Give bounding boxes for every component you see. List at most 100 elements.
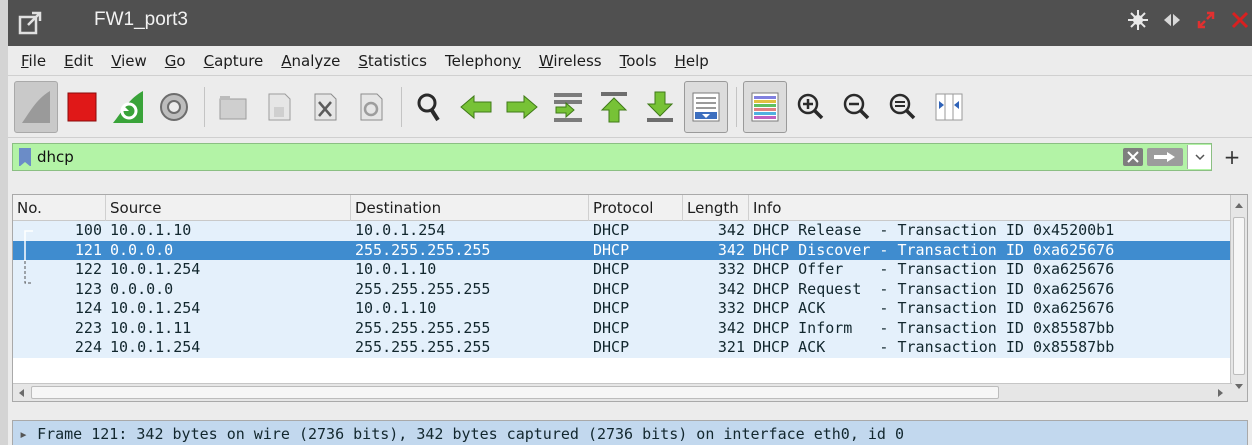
packet-details[interactable]: ▸ Frame 121: 342 bytes on wire (2736 bit… bbox=[12, 420, 1248, 445]
column-destination[interactable]: Destination bbox=[351, 195, 589, 221]
go-to-packet-button[interactable] bbox=[546, 81, 590, 133]
packet-list-vertical-scrollbar[interactable] bbox=[1230, 195, 1247, 401]
last-packet-icon bbox=[646, 91, 674, 122]
packet-list[interactable]: No. Source Destination Protocol Length I… bbox=[12, 194, 1248, 402]
normal-size-button[interactable] bbox=[881, 81, 925, 133]
cell-info: DHCP Request - Transaction ID 0xa625676 bbox=[753, 279, 1115, 298]
window-title: FW1_port3 bbox=[94, 9, 188, 30]
cell-proto: DHCP bbox=[593, 279, 630, 298]
cell-info: DHCP Inform - Transaction ID 0x85587bb bbox=[753, 318, 1115, 337]
scroll-up-icon[interactable] bbox=[1234, 201, 1244, 209]
filter-history-dropdown[interactable] bbox=[1187, 145, 1211, 169]
resize-columns-button[interactable] bbox=[927, 81, 971, 133]
cell-len: 342 bbox=[717, 318, 745, 337]
cell-no: 224 bbox=[74, 338, 102, 356]
column-no[interactable]: No. bbox=[13, 195, 106, 221]
cell-dst: 255.255.255.255 bbox=[355, 338, 491, 356]
table-row[interactable]: 121 0.0.0.0 255.255.255.255 DHCP 342 DHCP Dis… bbox=[13, 240, 1247, 260]
shade-icon[interactable] bbox=[1160, 8, 1184, 32]
table-row[interactable]: 123 0.0.0.0 255.255.255.255 DHCP 342 DHCP Req… bbox=[13, 279, 1247, 299]
resize-columns-icon bbox=[935, 93, 963, 120]
external-window-icon[interactable] bbox=[16, 9, 44, 37]
cell-src: 10.0.1.10 bbox=[110, 221, 192, 239]
close-icon[interactable] bbox=[1228, 8, 1252, 32]
cell-proto: DHCP bbox=[593, 260, 630, 278]
cell-dst: 255.255.255.255 bbox=[355, 279, 491, 298]
table-row[interactable]: 122 10.0.1.254 10.0.1.10 DHCP 332 DHCP Offer … bbox=[13, 260, 1247, 280]
first-packet-button[interactable] bbox=[592, 81, 636, 133]
maximize-icon[interactable] bbox=[1194, 8, 1218, 32]
shark-fin-start-icon bbox=[22, 90, 50, 123]
autoscroll-button[interactable] bbox=[684, 80, 728, 133]
clear-filter-button[interactable] bbox=[1123, 148, 1143, 166]
open-file-button[interactable] bbox=[211, 81, 255, 133]
start-capture-button[interactable] bbox=[14, 80, 58, 133]
table-row[interactable]: 100 10.0.1.10 10.0.1.254 DHCP 342 DHCP Releas… bbox=[13, 221, 1247, 241]
cell-info: DHCP Release - Transaction ID 0x45200b1 bbox=[753, 221, 1115, 239]
menu-file[interactable]: File bbox=[12, 52, 55, 70]
detail-frame-line[interactable]: ▸ Frame 121: 342 bytes on wire (2736 bit… bbox=[13, 421, 1247, 445]
column-info[interactable]: Info bbox=[749, 195, 1233, 221]
table-row[interactable]: 124 10.0.1.254 10.0.1.10 DHCP 332 DHCP ACK - … bbox=[13, 299, 1247, 319]
capture-options-button[interactable] bbox=[152, 81, 196, 133]
table-row[interactable]: 223 10.0.1.11 255.255.255.255 DHCP 342 DHCP I… bbox=[13, 318, 1247, 338]
cell-dst: 255.255.255.255 bbox=[355, 240, 491, 259]
cell-proto: DHCP bbox=[593, 221, 630, 239]
cell-dst: 255.255.255.255 bbox=[355, 318, 491, 337]
last-packet-button[interactable] bbox=[638, 81, 682, 133]
stop-capture-icon bbox=[67, 92, 97, 121]
close-file-button[interactable] bbox=[303, 81, 347, 133]
vertical-scroll-thumb[interactable] bbox=[1233, 217, 1245, 375]
menu-view[interactable]: View bbox=[102, 52, 156, 70]
save-file-button[interactable] bbox=[257, 81, 301, 133]
normal-size-icon bbox=[889, 93, 916, 119]
horizontal-scroll-thumb[interactable] bbox=[31, 386, 999, 399]
scroll-left-icon[interactable] bbox=[17, 388, 25, 398]
filter-bookmark-icon[interactable] bbox=[19, 148, 31, 167]
scroll-right-icon[interactable] bbox=[1217, 388, 1225, 398]
display-filter-input[interactable] bbox=[37, 148, 1123, 166]
cell-no: 124 bbox=[74, 299, 102, 317]
pane-splitter[interactable] bbox=[8, 402, 1252, 420]
window-controls bbox=[1126, 8, 1252, 32]
menu-help[interactable]: Help bbox=[666, 52, 718, 70]
go-back-button[interactable] bbox=[454, 81, 498, 133]
expand-arrow-icon[interactable]: ▸ bbox=[19, 425, 37, 443]
menu-tools[interactable]: Tools bbox=[611, 52, 666, 70]
cell-src: 0.0.0.0 bbox=[110, 279, 174, 298]
cell-len: 342 bbox=[717, 221, 745, 239]
cell-src: 10.0.1.254 bbox=[110, 338, 201, 356]
packet-list-header: No. Source Destination Protocol Length I… bbox=[13, 195, 1247, 221]
menu-edit[interactable]: Edit bbox=[55, 52, 102, 70]
apply-filter-button[interactable] bbox=[1147, 148, 1183, 166]
packet-list-horizontal-scrollbar[interactable] bbox=[13, 383, 1232, 401]
stop-capture-button[interactable] bbox=[60, 81, 104, 133]
go-forward-button[interactable] bbox=[500, 81, 544, 133]
menu-capture[interactable]: Capture bbox=[195, 52, 273, 70]
restart-capture-button[interactable] bbox=[106, 81, 150, 133]
cell-dst: 10.0.1.10 bbox=[355, 260, 437, 278]
zoom-in-button[interactable] bbox=[789, 81, 833, 133]
column-protocol[interactable]: Protocol bbox=[589, 195, 683, 221]
menu-go[interactable]: Go bbox=[156, 52, 195, 70]
reload-file-icon bbox=[360, 93, 383, 120]
go-to-packet-icon bbox=[554, 92, 582, 122]
menu-statistics[interactable]: Statistics bbox=[349, 52, 436, 70]
zoom-out-button[interactable] bbox=[835, 81, 879, 133]
add-filter-button[interactable]: + bbox=[1218, 145, 1246, 169]
autoscroll-icon bbox=[692, 92, 720, 121]
cell-len: 321 bbox=[717, 338, 745, 356]
table-row[interactable]: 224 10.0.1.254 255.255.255.255 DHCP 321 DHCP … bbox=[13, 338, 1247, 358]
reload-file-button[interactable] bbox=[349, 81, 393, 133]
menu-analyze[interactable]: Analyze bbox=[272, 52, 349, 70]
column-length[interactable]: Length bbox=[683, 195, 749, 221]
display-filter-box bbox=[12, 143, 1212, 171]
menu-wireless[interactable]: Wireless bbox=[530, 52, 611, 70]
find-packet-button[interactable] bbox=[408, 81, 452, 133]
zoom-in-icon bbox=[797, 93, 824, 119]
scroll-down-icon[interactable] bbox=[1234, 383, 1244, 391]
menu-telephony[interactable]: Telephony bbox=[436, 52, 530, 70]
sticky-icon[interactable] bbox=[1126, 8, 1150, 32]
colorize-button[interactable] bbox=[743, 80, 787, 133]
column-source[interactable]: Source bbox=[106, 195, 351, 221]
